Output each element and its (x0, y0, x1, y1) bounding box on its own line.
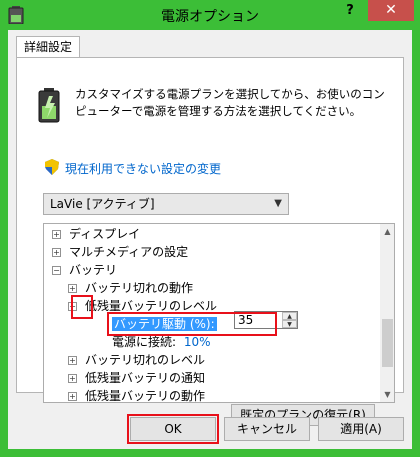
expand-icon[interactable]: + (52, 248, 61, 257)
tree-item-label: 低残量バッテリの動作 (85, 389, 206, 403)
tree-item-low-battery-notify[interactable]: + 低残量バッテリの通知 (68, 369, 205, 387)
vertical-scrollbar[interactable]: ▲ ▼ (380, 224, 394, 402)
scroll-down-icon[interactable]: ▼ (380, 387, 394, 402)
callout-highlight-battery-field (107, 312, 277, 336)
tree-item-label: ディスプレイ (69, 227, 141, 241)
tree-item-label: バッテリ切れのレベル (85, 353, 206, 367)
tree-item-low-battery-action[interactable]: + 低残量バッテリの動作 (68, 387, 206, 403)
spin-up-icon[interactable]: ▲ (282, 312, 297, 320)
settings-panel: カスタマイズする電源プランを選択してから、お使いのコンピューターで電源を管理する… (16, 57, 404, 426)
chevron-down-icon: ▼ (274, 198, 282, 209)
battery-plug-icon (38, 88, 60, 123)
help-button[interactable]: ? (336, 1, 364, 21)
tree-item-battery-empty-level[interactable]: + バッテリ切れのレベル (68, 351, 205, 369)
expand-icon[interactable]: + (68, 284, 77, 293)
dialog-body: 詳細設定 カスタマイズする電源プランを選択してから、お使いのコンピューターで電源… (8, 30, 412, 449)
plugged-in-label: 電源に接続: (112, 335, 177, 349)
cancel-button[interactable]: キャンセル (224, 417, 310, 441)
change-unavailable-settings-link[interactable]: 現在利用できない設定の変更 (65, 160, 221, 177)
collapse-icon[interactable]: − (52, 266, 61, 275)
tree-item-label: バッテリ切れの動作 (85, 281, 194, 295)
power-plan-dropdown[interactable]: LaVie [アクティブ] ▼ (43, 193, 289, 215)
tree-item-label: バッテリ (69, 263, 118, 277)
tab-advanced-settings[interactable]: 詳細設定 (16, 36, 80, 58)
callout-highlight-collapse (71, 295, 93, 319)
tree-item-label: 低残量バッテリの通知 (85, 371, 206, 385)
tree-item-display[interactable]: + ディスプレイ (52, 225, 140, 243)
scroll-up-icon[interactable]: ▲ (380, 224, 394, 239)
plan-description: カスタマイズする電源プランを選択してから、お使いのコンピューターで電源を管理する… (75, 87, 385, 118)
expand-icon[interactable]: + (68, 392, 77, 401)
expand-icon[interactable]: + (68, 356, 77, 365)
power-options-window: 電源オプション ? ✕ 詳細設定 カスタマイズする電源プランを選択してから、お使… (0, 0, 420, 457)
apply-button[interactable]: 適用(A) (318, 417, 404, 441)
title-bar: 電源オプション ? ✕ (0, 0, 420, 30)
tree-item-multimedia[interactable]: + マルチメディアの設定 (52, 243, 188, 261)
uac-shield-icon (45, 159, 59, 175)
scroll-thumb[interactable] (382, 319, 393, 367)
expand-icon[interactable]: + (68, 374, 77, 383)
percent-spinner[interactable]: ▲ ▼ (282, 312, 297, 328)
plugged-in-value[interactable]: 10% (184, 335, 211, 349)
close-button[interactable]: ✕ (368, 0, 414, 21)
spin-down-icon[interactable]: ▼ (282, 320, 297, 328)
tree-item-battery[interactable]: − バッテリ (52, 261, 117, 279)
tree-item-label: マルチメディアの設定 (69, 245, 189, 259)
power-plan-value: LaVie [アクティブ] (50, 197, 155, 211)
tree-item-label: 低残量バッテリのレベル (85, 299, 218, 313)
callout-highlight-ok (127, 414, 219, 444)
expand-icon[interactable]: + (52, 230, 61, 239)
